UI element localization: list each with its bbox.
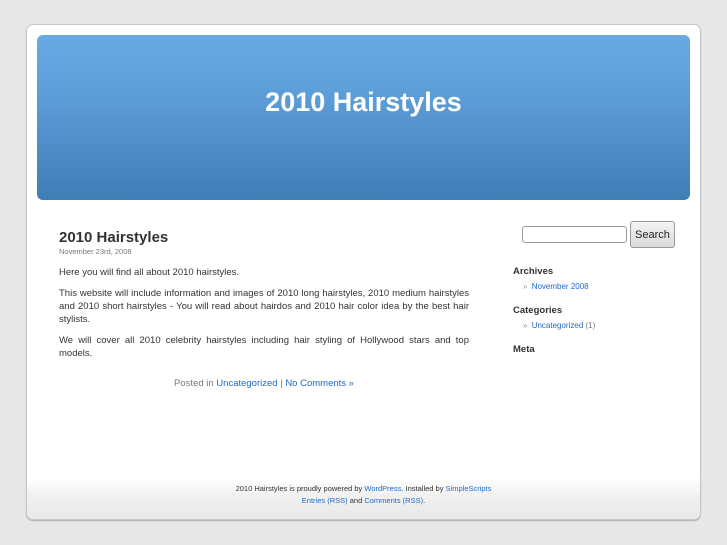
main-content: 2010 Hairstyles November 23rd, 2008 Here… [59,229,469,389]
categories-widget: Categories » Uncategorized (1) [513,305,683,330]
post-date: November 23rd, 2008 [59,247,132,256]
post-paragraph: This website will include information an… [59,288,469,325]
search-form: Search [522,221,683,248]
category-link[interactable]: Uncategorized [532,321,584,330]
meta-separator: | [280,378,283,389]
post-paragraph: We will cover all 2010 celebrity hairsty… [59,335,469,359]
post: 2010 Hairstyles November 23rd, 2008 Here… [59,229,469,389]
search-button[interactable]: Search [630,221,675,248]
category-link[interactable]: Uncategorized [216,378,277,389]
post-entry: Here you will find all about 2010 hairst… [59,266,469,360]
site-title[interactable]: 2010 Hairstyles [37,87,690,118]
search-input[interactable] [522,226,627,243]
bullet-icon: » [523,321,528,330]
list-item: » November 2008 [523,282,683,291]
page-container: 2010 Hairstyles 2010 Hairstyles November… [26,24,701,520]
sidebar: Search Archives » November 2008 Categori… [513,221,683,355]
site-header: 2010 Hairstyles [37,35,690,200]
post-title[interactable]: 2010 Hairstyles [59,229,469,246]
footer-text: and [349,496,363,505]
meta-widget: Meta [513,344,683,355]
archives-widget: Archives » November 2008 [513,266,683,291]
entries-rss-link[interactable]: Entries (RSS) [302,496,348,505]
meta-title: Meta [513,344,535,355]
footer-line-2: Entries (RSS) and Comments (RSS). [27,495,700,507]
archive-link[interactable]: November 2008 [532,282,589,291]
wordpress-link[interactable]: WordPress [364,484,401,493]
categories-list: » Uncategorized (1) [513,321,683,330]
archives-title: Archives [513,266,554,277]
category-count: (1) [585,321,596,330]
categories-title: Categories [513,305,563,316]
post-paragraph: Here you will find all about 2010 hairst… [59,267,240,278]
footer-text: . [423,496,426,505]
footer-text: 2010 Hairstyles is proudly powered by [235,484,363,493]
archives-list: » November 2008 [513,282,683,291]
site-footer: 2010 Hairstyles is proudly powered by Wo… [27,479,700,519]
post-meta: Posted in Uncategorized | No Comments » [59,378,469,389]
footer-line-1: 2010 Hairstyles is proudly powered by Wo… [27,483,700,495]
footer-text: . Installed by [401,484,444,493]
posted-in-label: Posted in [174,378,214,389]
simplescripts-link[interactable]: SimpleScripts [446,484,492,493]
bullet-icon: » [523,282,528,291]
comments-link[interactable]: No Comments » [285,378,354,389]
comments-rss-link[interactable]: Comments (RSS) [364,496,423,505]
list-item: » Uncategorized (1) [523,321,683,330]
